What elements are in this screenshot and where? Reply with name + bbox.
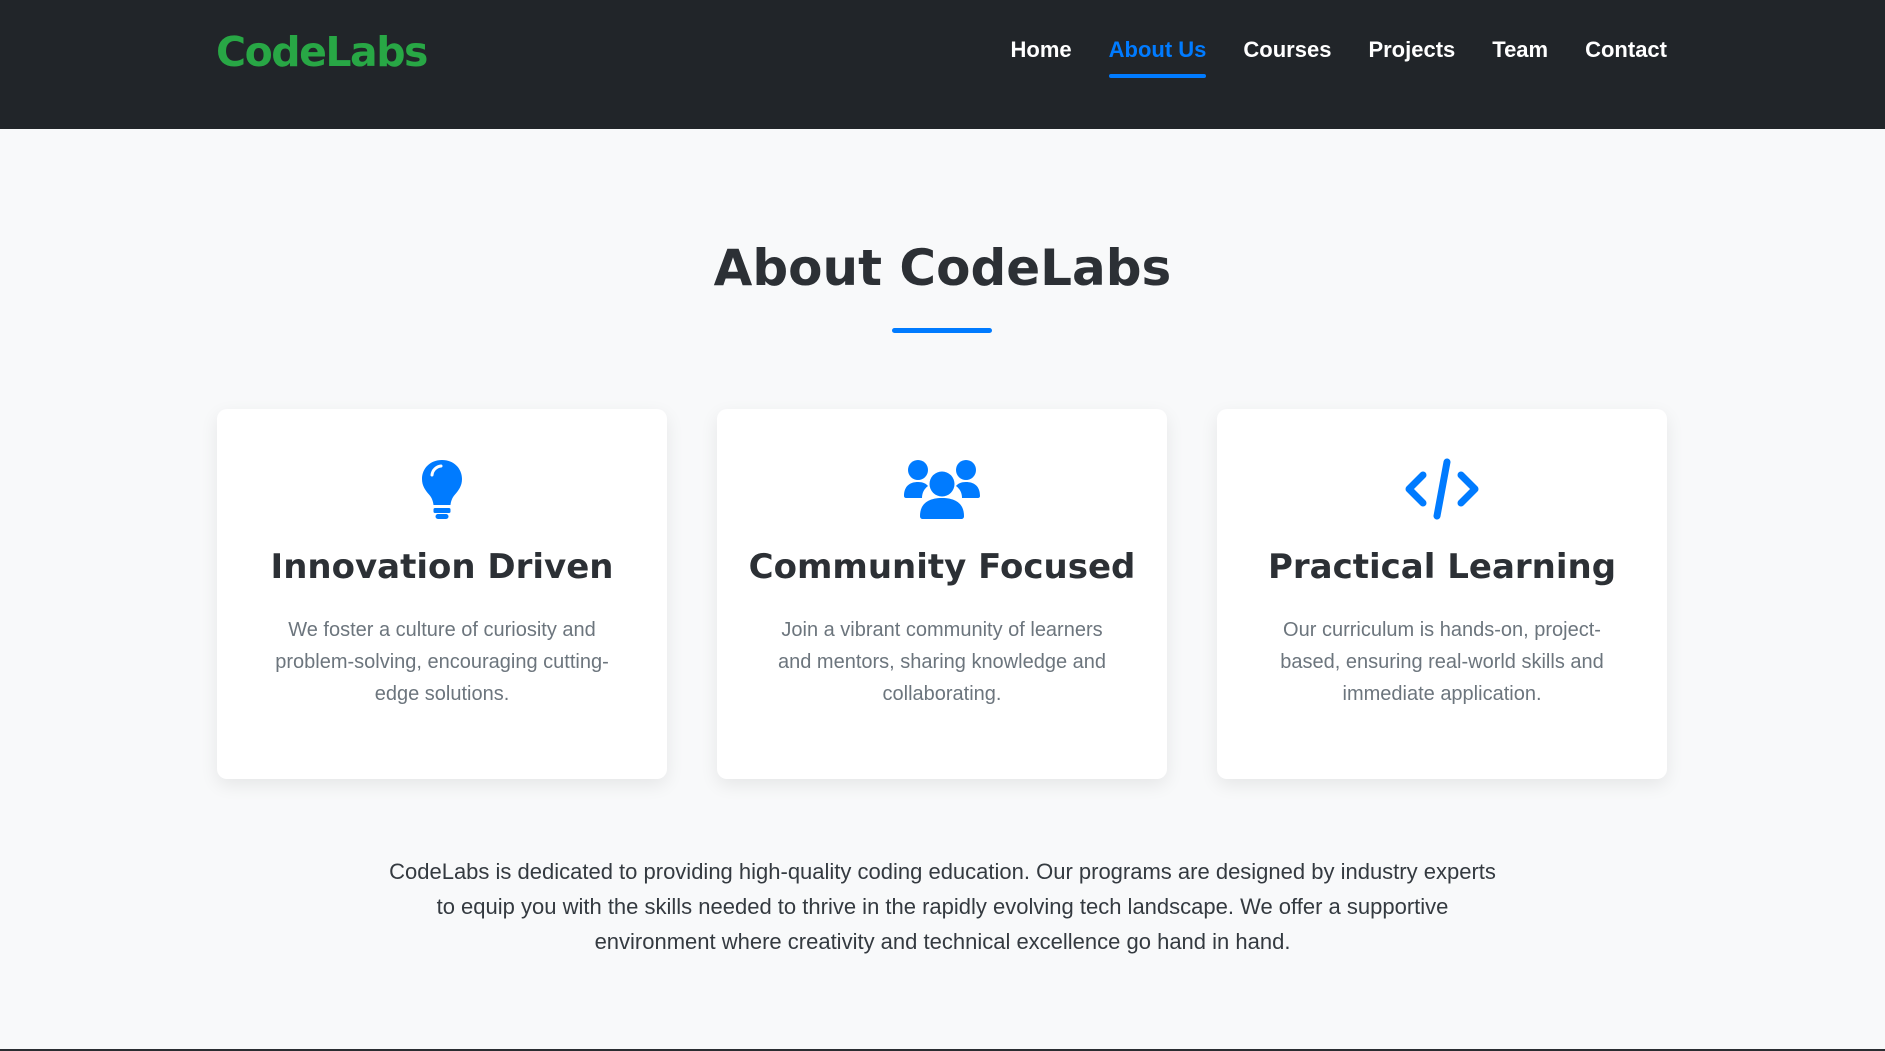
main-nav: Home About Us Courses Projects Team Cont… bbox=[1011, 36, 1667, 78]
nav-link-courses[interactable]: Courses bbox=[1243, 36, 1331, 74]
feature-cards: Innovation Driven We foster a culture of… bbox=[217, 409, 1667, 779]
card-description: Join a vibrant community of learners and… bbox=[778, 619, 1106, 705]
about-paragraph: CodeLabs is dedicated to providing high-… bbox=[389, 859, 1496, 954]
card-title: Practical Learning bbox=[1267, 547, 1617, 587]
nav-link-projects[interactable]: Projects bbox=[1368, 36, 1455, 74]
card-description: Our curriculum is hands-on, project-base… bbox=[1280, 619, 1604, 705]
site-logo[interactable]: CodeLabs bbox=[216, 24, 428, 80]
code-icon bbox=[1217, 457, 1667, 521]
nav-link-about-us[interactable]: About Us bbox=[1108, 36, 1206, 78]
feature-card-innovation: Innovation Driven We foster a culture of… bbox=[217, 409, 667, 779]
nav-link-home[interactable]: Home bbox=[1011, 36, 1072, 74]
feature-card-practical: Practical Learning Our curriculum is han… bbox=[1217, 409, 1667, 779]
nav-link-contact[interactable]: Contact bbox=[1585, 36, 1667, 74]
section-title: About CodeLabs bbox=[713, 239, 1172, 297]
card-description: We foster a culture of curiosity and pro… bbox=[275, 619, 609, 705]
navbar: CodeLabs Home About Us Courses Projects … bbox=[0, 0, 1885, 129]
card-title: Community Focused bbox=[748, 547, 1136, 587]
feature-card-community: Community Focused Join a vibrant communi… bbox=[717, 409, 1167, 779]
nav-link-team[interactable]: Team bbox=[1492, 36, 1548, 74]
card-title: Innovation Driven bbox=[270, 547, 614, 587]
title-underline bbox=[892, 328, 992, 333]
lightbulb-icon bbox=[217, 457, 667, 521]
users-icon bbox=[717, 457, 1167, 521]
